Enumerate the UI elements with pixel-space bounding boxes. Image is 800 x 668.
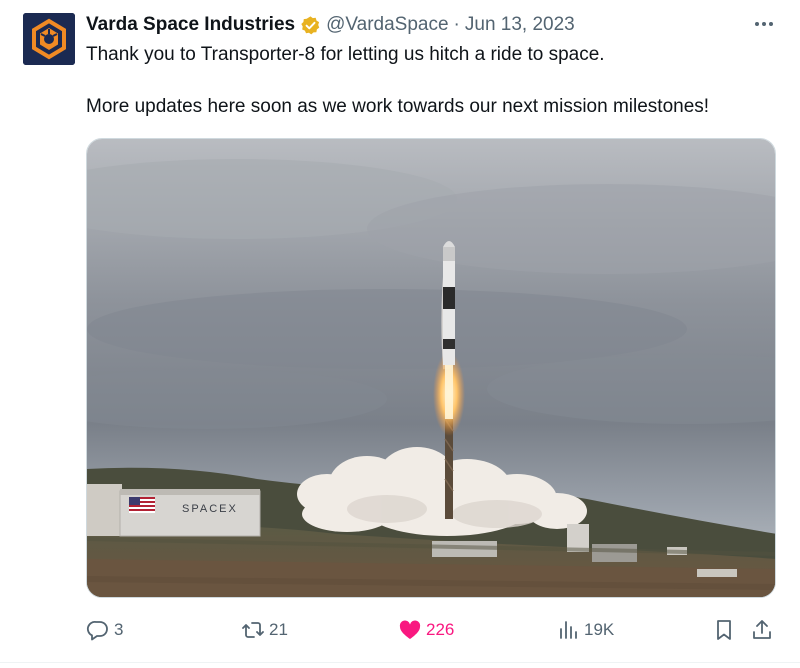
varda-logo-icon — [23, 13, 75, 65]
reply-count: 3 — [114, 620, 124, 639]
author-name[interactable]: Varda Space Industries — [86, 14, 295, 36]
share-icon — [753, 620, 771, 639]
tweet-photo[interactable]: SPACEX — [86, 138, 776, 598]
views-count: 19K — [584, 620, 615, 639]
verified-badge-icon[interactable] — [300, 15, 321, 36]
tweet: Varda Space Industries @VardaSpace · Jun… — [0, 0, 800, 668]
reply-icon — [86, 621, 108, 641]
retweet-count: 21 — [269, 620, 288, 639]
bookmark-button[interactable] — [712, 612, 740, 648]
action-bar: 3 21 226 19K — [86, 612, 786, 648]
tweet-date[interactable]: Jun 13, 2023 — [465, 14, 575, 36]
bookmark-icon — [717, 620, 731, 640]
more-icon[interactable] — [750, 12, 778, 36]
share-button[interactable] — [750, 612, 778, 648]
retweet-button[interactable]: 21 — [241, 612, 288, 648]
tweet-text-line-1: Thank you to Transporter-8 for letting u… — [86, 44, 605, 65]
us-flag-icon — [129, 497, 155, 513]
like-button[interactable]: 226 — [398, 612, 454, 648]
rocket-launch-image: SPACEX — [87, 139, 775, 597]
tweet-header: Varda Space Industries @VardaSpace · Jun… — [86, 12, 770, 38]
heart-icon — [399, 620, 421, 639]
avatar[interactable] — [23, 13, 75, 65]
divider — [0, 662, 800, 663]
tweet-text: Thank you to Transporter-8 for letting u… — [86, 42, 776, 120]
views-button[interactable]: 19K — [556, 612, 614, 648]
reply-button[interactable]: 3 — [86, 612, 123, 648]
author-handle[interactable]: @VardaSpace — [326, 14, 448, 36]
separator-dot: · — [453, 14, 460, 35]
views-icon — [560, 621, 577, 639]
tweet-text-line-2: More updates here soon as we work toward… — [86, 96, 710, 117]
spacex-building-sign: SPACEX — [182, 503, 238, 515]
retweet-icon — [242, 622, 264, 638]
like-count: 226 — [426, 620, 455, 639]
